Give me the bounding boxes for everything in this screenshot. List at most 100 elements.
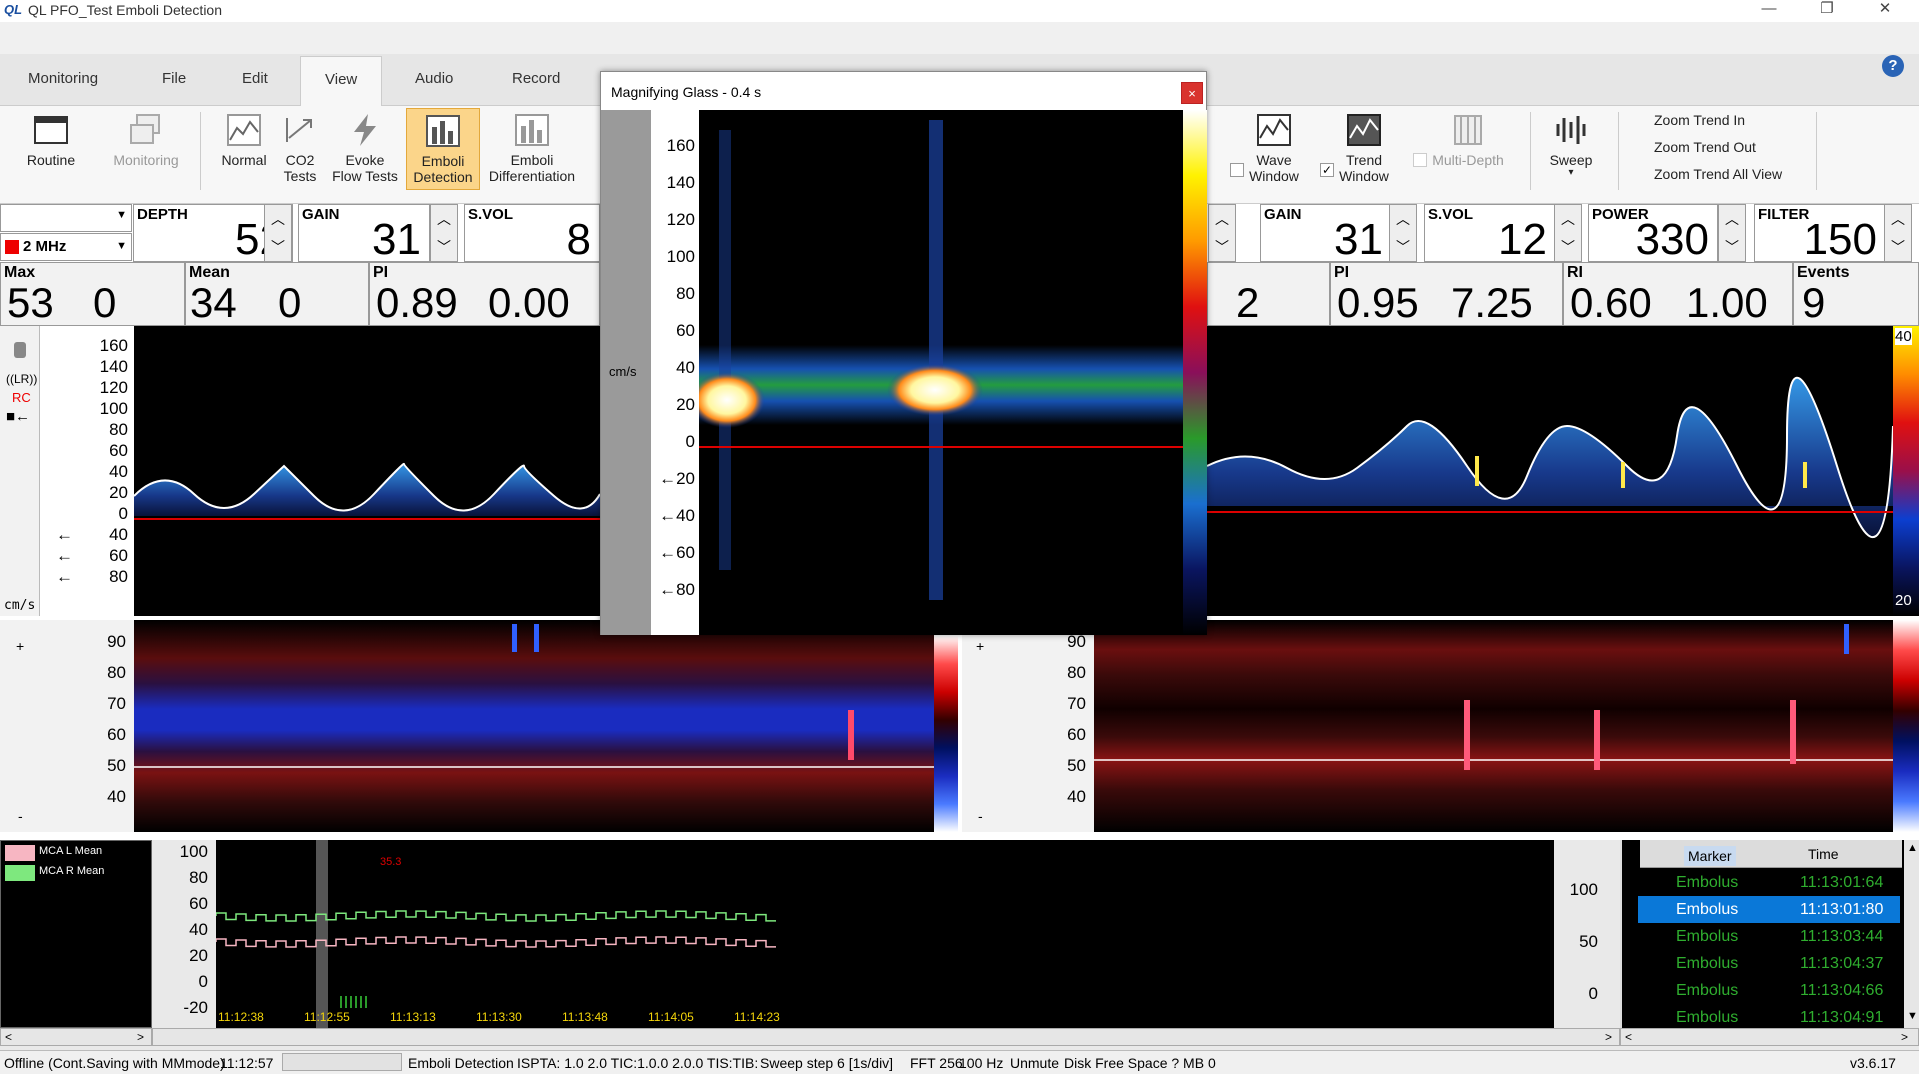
zoom-plus-button[interactable]: + bbox=[16, 638, 24, 654]
trend-right-axis: 100 50 0 bbox=[1554, 840, 1620, 1028]
chevron-down-icon[interactable]: ﹀ bbox=[1390, 233, 1416, 261]
routine-button[interactable]: Routine bbox=[14, 108, 88, 192]
status-hz: 100 Hz bbox=[959, 1055, 1004, 1071]
normal-button[interactable]: Normal bbox=[210, 108, 278, 192]
right-depth-stepper[interactable]: ︿ ﹀ bbox=[1208, 204, 1236, 262]
right-spectrum-display[interactable] bbox=[1206, 326, 1894, 616]
chevron-up-icon[interactable]: ︿ bbox=[1885, 205, 1911, 233]
depth-stepper[interactable]: ︿ ﹀ bbox=[264, 204, 292, 262]
magnifier-axis: cm/s 160 140 120 100 80 60 40 20 0 ←20 ←40 ←60 ←80 bbox=[609, 110, 699, 635]
events-value: 9 bbox=[1802, 279, 1826, 326]
monitoring-button[interactable]: Monitoring bbox=[104, 108, 188, 192]
probe-select-top[interactable]: ▼ bbox=[0, 204, 132, 232]
magnifier-display[interactable] bbox=[689, 110, 1183, 635]
tab-file[interactable]: File bbox=[162, 70, 186, 87]
help-icon[interactable]: ? bbox=[1882, 55, 1904, 77]
right-svol-stepper[interactable]: ︿ ﹀ bbox=[1554, 204, 1582, 262]
right-gain-field[interactable]: GAIN 31 bbox=[1260, 204, 1392, 263]
chevron-up-icon[interactable]: ▲ bbox=[1907, 842, 1918, 854]
zoom-trend-out-button[interactable]: Zoom Trend Out bbox=[1654, 139, 1756, 155]
ribbon-separator bbox=[1816, 112, 1817, 190]
trend-window-button[interactable]: Trend Window bbox=[1330, 108, 1398, 192]
chevron-left-icon[interactable]: < bbox=[5, 1030, 12, 1044]
svol-field[interactable]: S.VOL 8 bbox=[464, 204, 600, 263]
chevron-right-icon[interactable]: > bbox=[1901, 1030, 1908, 1044]
table-row[interactable]: Embolus 11:13:04:66 bbox=[1638, 977, 1900, 1004]
tab-monitoring[interactable]: Monitoring bbox=[28, 70, 98, 87]
left-spectrum-display[interactable] bbox=[133, 326, 601, 616]
chevron-down-icon[interactable]: ﹀ bbox=[1555, 233, 1581, 261]
co2-tests-button[interactable]: CO2 Tests bbox=[276, 108, 324, 192]
tab-audio[interactable]: Audio bbox=[415, 70, 453, 87]
magnifier-axis-tick: 20 bbox=[676, 395, 695, 414]
trend-label-2: Window bbox=[1339, 168, 1389, 184]
marker-column-header[interactable]: Marker bbox=[1684, 846, 1736, 866]
arrow-left-icon[interactable]: ■← bbox=[6, 408, 30, 425]
chevron-up-icon[interactable]: ︿ bbox=[265, 205, 291, 233]
trend-display[interactable]: 35.3 11:12:38 11:12:55 11:13:13 11:13:30 11:… bbox=[215, 840, 1554, 1028]
right-mmode-display[interactable] bbox=[1094, 620, 1893, 832]
filter-stepper[interactable]: ︿ ﹀ bbox=[1884, 204, 1912, 262]
gain-stepper[interactable]: ︿ ﹀ bbox=[430, 204, 458, 262]
emboli-detection-button[interactable]: Emboli Detection bbox=[406, 108, 480, 190]
emboli-differentiation-button[interactable]: Emboli Differentiation bbox=[482, 108, 582, 192]
table-row[interactable]: Embolus 11:13:01:64 bbox=[1638, 869, 1900, 896]
sweep-button[interactable]: Sweep ▾ bbox=[1536, 108, 1606, 192]
table-row[interactable]: Embolus 11:13:04:37 bbox=[1638, 950, 1900, 977]
chevron-down-icon[interactable]: ﹀ bbox=[1719, 233, 1745, 261]
chevron-up-icon[interactable]: ︿ bbox=[431, 205, 457, 233]
zoom-trend-all-view-button[interactable]: Zoom Trend All View bbox=[1654, 166, 1782, 182]
mmode-axis-tick: 70 bbox=[107, 694, 126, 713]
multi-depth-button[interactable]: Multi-Depth bbox=[1422, 108, 1514, 192]
legend-scrollbar[interactable]: < > bbox=[0, 1028, 152, 1046]
frequency-value: 2 MHz bbox=[23, 238, 67, 255]
minimize-button[interactable]: — bbox=[1746, 0, 1792, 22]
chevron-down-icon[interactable]: ﹀ bbox=[431, 233, 457, 261]
chevron-down-icon[interactable]: ﹀ bbox=[265, 233, 291, 261]
chevron-right-icon[interactable]: > bbox=[137, 1030, 144, 1044]
chevron-down-icon[interactable]: ﹀ bbox=[1209, 233, 1235, 261]
time-column-header[interactable]: Time bbox=[1808, 846, 1839, 862]
filter-field[interactable]: FILTER 150 bbox=[1754, 204, 1886, 263]
chevron-down-icon[interactable]: ﹀ bbox=[1885, 233, 1911, 261]
right-gain-stepper[interactable]: ︿ ﹀ bbox=[1389, 204, 1417, 262]
right-svol-field[interactable]: S.VOL 12 bbox=[1424, 204, 1556, 264]
left-mmode-display[interactable] bbox=[134, 620, 934, 832]
restore-button[interactable]: ❐ bbox=[1804, 0, 1850, 22]
power-stepper[interactable]: ︿ ﹀ bbox=[1718, 204, 1746, 262]
chevron-up-icon[interactable]: ︿ bbox=[1555, 205, 1581, 233]
chevron-down-icon[interactable]: ▼ bbox=[1907, 1010, 1918, 1022]
events-h-scrollbar[interactable]: < > bbox=[1620, 1028, 1919, 1046]
chevron-up-icon[interactable]: ︿ bbox=[1719, 205, 1745, 233]
probe-icon[interactable] bbox=[14, 342, 26, 358]
trend-scrollbar[interactable]: > bbox=[152, 1028, 1620, 1046]
events-scrollbar[interactable]: ▲ ▼ bbox=[1904, 840, 1919, 1028]
tab-edit[interactable]: Edit bbox=[242, 70, 268, 87]
chevron-up-icon[interactable]: ︿ bbox=[1390, 205, 1416, 233]
wave-window-button[interactable]: Wave Window bbox=[1240, 108, 1308, 192]
close-button[interactable]: ✕ bbox=[1862, 0, 1908, 22]
chevron-up-icon[interactable]: ︿ bbox=[1209, 205, 1235, 233]
magnifier-axis-tick: ←20 bbox=[659, 469, 695, 488]
time-cell: 11:13:01:80 bbox=[1800, 901, 1884, 918]
power-field[interactable]: POWER 330 bbox=[1588, 204, 1718, 263]
evoke-flow-tests-button[interactable]: Evoke Flow Tests bbox=[326, 108, 404, 192]
right-mmode-color-scale bbox=[1893, 620, 1919, 832]
tab-record[interactable]: Record bbox=[512, 70, 560, 87]
right-zoom-minus-button[interactable]: - bbox=[978, 808, 983, 824]
table-row[interactable]: Embolus 11:13:03:44 bbox=[1638, 923, 1900, 950]
right-zoom-plus-button[interactable]: + bbox=[976, 638, 984, 654]
zoom-trend-in-button[interactable]: Zoom Trend In bbox=[1654, 112, 1745, 128]
tab-view[interactable]: View bbox=[300, 56, 383, 108]
zoom-minus-button[interactable]: - bbox=[18, 808, 23, 824]
right-svol-value: 12 bbox=[1498, 215, 1547, 264]
gain-field[interactable]: GAIN 31 bbox=[298, 204, 430, 263]
status-fft: FFT 256 bbox=[910, 1055, 963, 1071]
status-unmute[interactable]: Unmute bbox=[1010, 1055, 1059, 1071]
magnifier-close-button[interactable]: × bbox=[1181, 82, 1203, 104]
table-row[interactable]: Embolus 11:13:04:91 bbox=[1638, 1004, 1900, 1031]
chevron-right-icon[interactable]: > bbox=[1605, 1030, 1612, 1044]
frequency-select[interactable]: 2 MHz ▼ bbox=[0, 233, 132, 261]
table-row[interactable]: Embolus 11:13:01:80 bbox=[1638, 896, 1900, 923]
chevron-left-icon[interactable]: < bbox=[1625, 1030, 1632, 1044]
